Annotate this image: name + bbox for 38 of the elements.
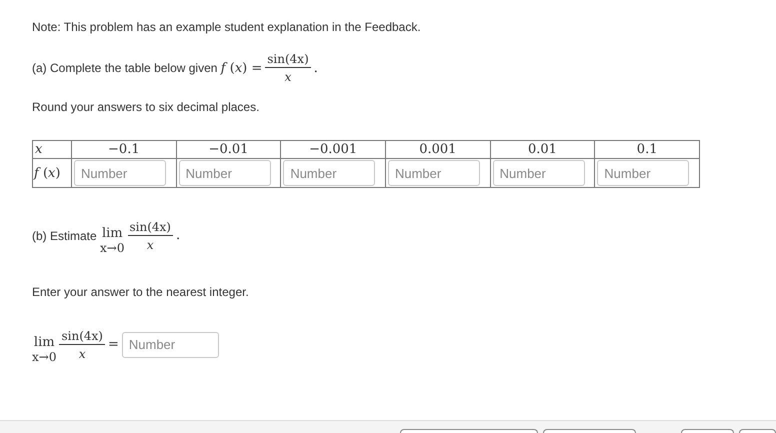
limit-operator: lim — [34, 335, 55, 350]
note-text: Note: This problem has an example student explanation in the Feedback. — [32, 20, 421, 34]
footer-button[interactable] — [542, 429, 636, 433]
number-input[interactable]: Number — [597, 160, 690, 186]
footer-button[interactable] — [400, 429, 538, 433]
question-text: (a) Complete the table below given — [32, 61, 218, 75]
fraction-numerator: sin(4x) — [59, 328, 105, 344]
number-input[interactable]: Number — [122, 332, 219, 358]
footer-button[interactable] — [680, 429, 734, 433]
instruction-text: Round your answers to six decimal places. — [32, 100, 260, 114]
table-header: −0.001 — [309, 142, 358, 157]
instruction-text: Enter your answer to the nearest integer. — [32, 285, 249, 299]
number-input[interactable]: Number — [283, 160, 376, 186]
fraction-numerator: sin(4x) — [265, 52, 311, 68]
table-header: 0.1 — [636, 142, 658, 157]
limit-subscript: x→0 — [32, 350, 56, 364]
equals-sign: = — [108, 337, 119, 352]
number-input[interactable]: Number — [178, 160, 271, 186]
limit-operator: lim — [102, 226, 123, 241]
table-header: −0.1 — [108, 142, 140, 157]
table-header: 0.01 — [528, 142, 557, 157]
fraction-denominator: x — [146, 236, 154, 252]
limit-subscript: x→0 — [100, 241, 124, 255]
question-text: (b) Estimate — [32, 228, 97, 242]
table-header: 0.001 — [419, 142, 456, 157]
period: . — [176, 228, 180, 243]
period: . — [314, 60, 318, 76]
row-label: f (x) — [34, 166, 60, 180]
function-label: f (x) = — [220, 60, 262, 76]
fraction-denominator: x — [78, 346, 86, 360]
number-input[interactable]: Number — [492, 160, 585, 186]
fraction-denominator: x — [284, 69, 292, 84]
table-header: −0.01 — [208, 142, 248, 157]
number-input[interactable]: Number — [388, 160, 480, 186]
footer-button[interactable] — [738, 429, 776, 433]
fraction-numerator: sin(4x) — [128, 220, 173, 236]
number-input[interactable]: Number — [74, 160, 166, 186]
table-header: x — [35, 142, 42, 157]
